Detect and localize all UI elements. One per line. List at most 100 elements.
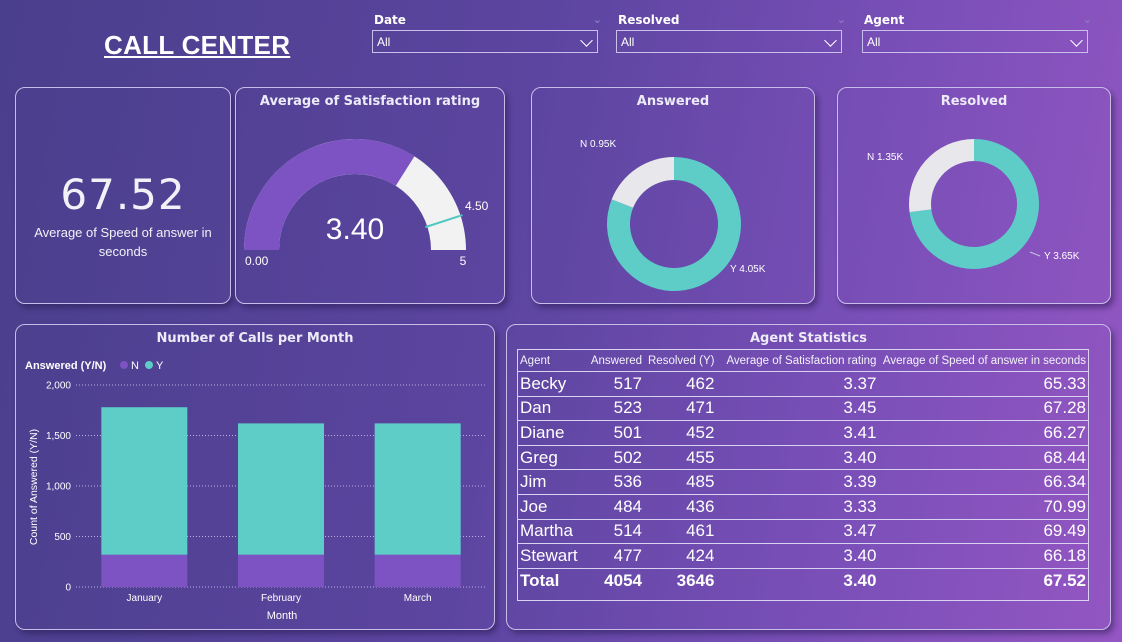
table-cell: 3.40 — [843, 570, 877, 590]
bar-february-y[interactable] — [238, 423, 324, 555]
page-title: CALL CENTER — [104, 30, 291, 60]
table-cell: 3.37 — [717, 371, 880, 397]
table-cell: Dan — [517, 396, 583, 422]
table-row: Stewart 477 424 3.40 66.18 — [517, 543, 1089, 569]
calls-per-month-card: Number of Calls per Month Answered (Y/N)… — [15, 324, 495, 630]
resolved-slicer-label: Resolved — [618, 13, 680, 27]
answered-y-label: Y 4.05K — [730, 264, 766, 275]
resolved-dropdown[interactable]: All — [616, 30, 842, 53]
chevron-down-icon[interactable]: ⌄ — [1083, 10, 1092, 30]
x-tick-label: February — [261, 593, 301, 604]
y-tick-label: 0 — [65, 583, 71, 594]
agent-statistics-card: Agent Statistics Agent Answered Resolved… — [506, 324, 1111, 630]
table-cell: 455 — [645, 445, 718, 471]
answered-donut-slices — [607, 157, 741, 291]
donut-slice-n[interactable] — [909, 139, 974, 213]
y-tick-label: 500 — [54, 532, 71, 543]
y-tick-label: 1,000 — [46, 482, 71, 493]
table-cell: 452 — [645, 420, 718, 446]
table-cell: 462 — [645, 371, 718, 397]
column-header-agent[interactable]: Agent — [517, 349, 583, 372]
kpi-value: 67.52 — [60, 170, 186, 219]
table-total-row: Total 4054 3646 3.40 67.52 — [517, 568, 1089, 593]
table-cell: 3.41 — [717, 420, 880, 446]
table-row: Joe 484 436 3.33 70.99 — [517, 494, 1089, 520]
table-row: Becky 517 462 3.37 65.33 — [517, 371, 1089, 397]
chevron-down-icon[interactable]: ⌄ — [837, 10, 846, 30]
calls-bar-chart: Answered (Y/N) N Y 0 500 1,000 1,500 2,000 J… — [25, 360, 486, 622]
chart-bars — [101, 407, 461, 587]
chevron-down-icon[interactable]: ⌄ — [593, 10, 602, 30]
table-row: Greg 502 455 3.40 68.44 — [517, 445, 1089, 471]
table-cell: 69.49 — [879, 519, 1089, 545]
y-axis-ticks: 0 500 1,000 1,500 2,000 — [46, 381, 71, 594]
chevron-down-icon — [580, 34, 593, 47]
table-cell: 67.28 — [879, 396, 1089, 422]
agent-slicer: Agent ⌄ All — [862, 10, 1092, 53]
column-header-resolved[interactable]: Resolved (Y) — [645, 349, 718, 372]
y-tick-label: 2,000 — [46, 381, 71, 392]
bar-february-n[interactable] — [238, 554, 324, 587]
table-cell: Martha — [517, 519, 583, 545]
table-cell: Stewart — [517, 543, 583, 569]
x-tick-label: January — [127, 593, 163, 604]
table-cell: Total — [520, 570, 560, 590]
date-dropdown[interactable]: All — [372, 30, 598, 53]
chevron-down-icon — [824, 34, 837, 47]
table-cell: Joe — [517, 494, 583, 520]
table-cell: 66.18 — [879, 543, 1089, 569]
gauge-max-label: 5 — [460, 254, 467, 268]
donut-slice-n[interactable] — [611, 157, 674, 208]
answered-n-label: N 0.95K — [580, 139, 616, 150]
column-header-satisfaction[interactable]: Average of Satisfaction rating — [717, 349, 880, 372]
table-cell: 68.44 — [879, 445, 1089, 471]
table-cell: Becky — [517, 371, 583, 397]
resolved-y-leader — [1029, 251, 1041, 257]
gauge-chart: 3.40 0.00 5 4.50 — [244, 139, 489, 268]
table-cell: 436 — [645, 494, 718, 520]
gauge-card: Average of Satisfaction rating 3.40 0.00… — [235, 87, 505, 304]
column-header-answered[interactable]: Answered — [583, 349, 645, 372]
agent-table-body: Becky 517 462 3.37 65.33 Dan 523 471 3.45 67.28 Di… — [517, 371, 1089, 593]
agent-dropdown[interactable]: All — [862, 30, 1088, 53]
table-header-row: Agent Answered Resolved (Y) Average of S… — [517, 349, 1089, 372]
table-cell: 485 — [645, 469, 718, 495]
table-cell: 523 — [583, 396, 645, 422]
bar-march-n[interactable] — [374, 554, 461, 587]
table-row: Dan 523 471 3.45 67.28 — [517, 396, 1089, 422]
table-cell: 66.27 — [879, 420, 1089, 446]
gauge-value-label: 3.40 — [326, 213, 384, 246]
resolved-y-label: Y 3.65K — [1044, 251, 1080, 262]
column-header-speed[interactable]: Average of Speed of answer in seconds — [879, 349, 1089, 372]
legend-title: Answered (Y/N) — [25, 360, 107, 372]
resolved-dropdown-value: All — [621, 35, 635, 49]
table-cell: 514 — [583, 519, 645, 545]
table-cell: 67.52 — [1043, 570, 1086, 590]
agent-dropdown-value: All — [867, 35, 881, 49]
chevron-down-icon — [1070, 34, 1083, 47]
resolved-donut-slices — [909, 139, 1039, 269]
legend-y-swatch — [145, 361, 153, 369]
legend-n-swatch — [120, 361, 128, 369]
x-axis-label: Month — [267, 610, 298, 622]
table-cell: 70.99 — [879, 494, 1089, 520]
table-cell: 3.45 — [717, 396, 880, 422]
kpi-card: 67.52 Average of Speed of answer in seco… — [15, 87, 231, 304]
table-cell: 471 — [645, 396, 718, 422]
table-cell: 3.40 — [717, 445, 880, 471]
y-tick-label: 1,500 — [46, 431, 71, 442]
table-cell: Jim — [517, 469, 583, 495]
agent-slicer-label: Agent — [864, 13, 905, 27]
table-cell: Diane — [517, 420, 583, 446]
bar-january-y[interactable] — [101, 407, 188, 555]
table-cell: 65.33 — [879, 371, 1089, 397]
table-cell: 3.39 — [717, 469, 880, 495]
bar-january-n[interactable] — [101, 554, 188, 587]
table-cell: 501 — [583, 420, 645, 446]
table-cell: Greg — [517, 445, 583, 471]
resolved-n-label: N 1.35K — [867, 152, 903, 163]
bar-march-y[interactable] — [374, 423, 461, 555]
resolved-donut-card: Resolved N 1.35K Y 3.65K — [837, 87, 1111, 304]
table-cell: 3646 — [676, 570, 715, 590]
date-slicer-label: Date — [374, 13, 406, 27]
